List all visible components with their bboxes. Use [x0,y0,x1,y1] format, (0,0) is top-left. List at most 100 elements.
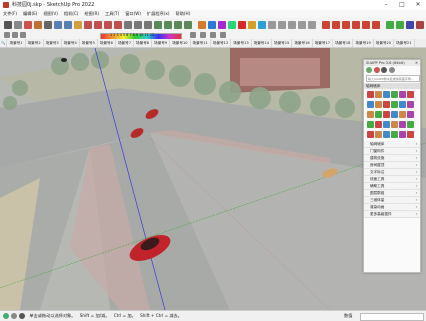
tool-icon[interactable] [398,120,406,128]
panel-home-icon[interactable] [366,67,372,73]
tool-icon[interactable] [398,90,406,98]
category-more-plugins[interactable]: 更多高级插件 › [364,211,420,218]
tool-icon[interactable] [390,90,398,98]
category-axis-wall[interactable]: 轴网墙体 › [364,141,420,148]
info-icon[interactable] [19,313,25,319]
menu-help[interactable]: 帮助(H) [173,10,194,18]
close-icon[interactable]: ✕ [415,60,418,66]
tool-icon[interactable] [390,110,398,118]
scene-tab[interactable]: 场景号6 [98,39,116,47]
plugin-icon[interactable] [200,32,206,38]
scene-tab[interactable]: 场景号5 [80,39,98,47]
menu-window[interactable]: 窗口(W) [122,10,144,18]
rectangle-icon[interactable] [54,21,62,29]
scene-tab[interactable]: 场景号10 [170,39,191,47]
menu-camera[interactable]: 相机(C) [61,10,82,18]
tool-icon[interactable] [374,110,382,118]
tool-icon[interactable] [406,130,414,138]
iso-view-icon[interactable] [258,21,266,29]
wall-tool-icon[interactable] [366,90,374,98]
panel-settings-icon[interactable] [381,67,388,73]
scene-tab[interactable]: 场景号8 [134,39,153,47]
edge-style-icon[interactable] [20,32,26,38]
make-component-icon[interactable] [14,21,22,29]
plugin-icon[interactable] [210,32,216,38]
textured-icon[interactable] [362,21,370,29]
rotate-icon[interactable] [94,21,102,29]
monochrome-icon[interactable] [372,21,380,29]
tool-icon[interactable] [398,100,406,108]
scene-tab[interactable]: 场景号19 [353,39,374,47]
scene-tab[interactable]: 场景号3 [44,39,62,47]
category-room-roof[interactable]: 房间屋顶 › [364,162,420,169]
tool-icon[interactable] [398,110,406,118]
panel-record-icon[interactable] [373,67,380,73]
category-text-annotation[interactable]: 文字标注 › [364,169,420,176]
tool-icon[interactable] [366,130,374,138]
eraser-icon[interactable] [24,21,32,29]
tool-icon[interactable] [374,130,382,138]
category-3d-mass[interactable]: 三维体量 › [364,197,420,204]
tool-icon[interactable] [406,100,414,108]
tool-icon[interactable] [382,130,390,138]
menu-edit[interactable]: 编辑(E) [20,10,40,18]
scale-icon[interactable] [104,21,112,29]
layers-icon[interactable] [228,21,236,29]
scene-tab[interactable]: 场景号15 [272,39,293,47]
search-icon[interactable]: 🔍 [0,39,8,47]
menu-tools[interactable]: 工具(T) [102,10,122,18]
menu-draw[interactable]: 绘图(R) [81,10,102,18]
xray-icon[interactable] [322,21,330,29]
scene-tab[interactable]: 场景号2 [26,39,44,47]
scene-tab[interactable]: 场景号7 [116,39,135,47]
scene-tab[interactable]: 场景号12 [211,39,232,47]
solid-tools-icon[interactable] [406,21,414,29]
category-layer-group[interactable]: 图层群组 › [364,190,420,197]
sun-icon[interactable] [4,32,10,38]
shadows-icon[interactable] [198,21,206,29]
offset-icon[interactable] [114,21,122,29]
pan-icon[interactable] [164,21,172,29]
close-button[interactable]: ✕ [410,0,426,10]
menu-extensions[interactable]: 扩展程序(x) [144,10,173,18]
tool-icon[interactable] [366,120,374,128]
category-helper-tools[interactable]: 辅助工具 › [364,183,420,190]
tool-icon[interactable] [390,120,398,128]
scene-tab[interactable]: 场景号4 [62,39,80,47]
scene-tab[interactable]: 场景号20 [374,39,395,47]
text-icon[interactable] [134,21,142,29]
scene-tab[interactable]: 场景号14 [252,39,272,47]
tool-icon[interactable] [374,120,382,128]
plugin-icon[interactable] [220,32,226,38]
scene-tab[interactable]: 场景号21 [394,39,415,47]
suapp-search-input[interactable] [366,75,420,82]
credits-icon[interactable] [11,313,17,319]
fog-icon[interactable] [12,32,18,38]
shaded-icon[interactable] [352,21,360,29]
tool-icon[interactable] [406,90,414,98]
plugin-icon[interactable] [190,32,196,38]
geo-location-icon[interactable] [3,313,9,319]
hidden-line-icon[interactable] [342,21,350,29]
select-icon[interactable] [4,21,12,29]
tool-icon[interactable] [382,110,390,118]
top-view-icon[interactable] [268,21,276,29]
tool-icon[interactable] [374,100,382,108]
scene-tab[interactable]: 场景号17 [313,39,334,47]
right-view-icon[interactable] [288,21,296,29]
category-door-window[interactable]: 门窗构件 › [364,148,420,155]
zoom-icon[interactable] [174,21,182,29]
sandbox-icon[interactable] [396,21,404,29]
styles-icon[interactable] [218,21,226,29]
ruby-console-icon[interactable] [416,21,424,29]
front-view-icon[interactable] [278,21,286,29]
paint-bucket-icon[interactable] [34,21,42,29]
scene-tab[interactable]: 场景号11 [191,39,211,47]
circle-icon[interactable] [64,21,72,29]
sections-icon[interactable] [208,21,216,29]
warehouse-icon[interactable] [238,21,246,29]
wireframe-icon[interactable] [332,21,340,29]
tool-icon[interactable] [366,100,374,108]
tool-icon[interactable] [390,130,398,138]
category-line-face-tools[interactable]: 线面工具 › [364,176,420,183]
